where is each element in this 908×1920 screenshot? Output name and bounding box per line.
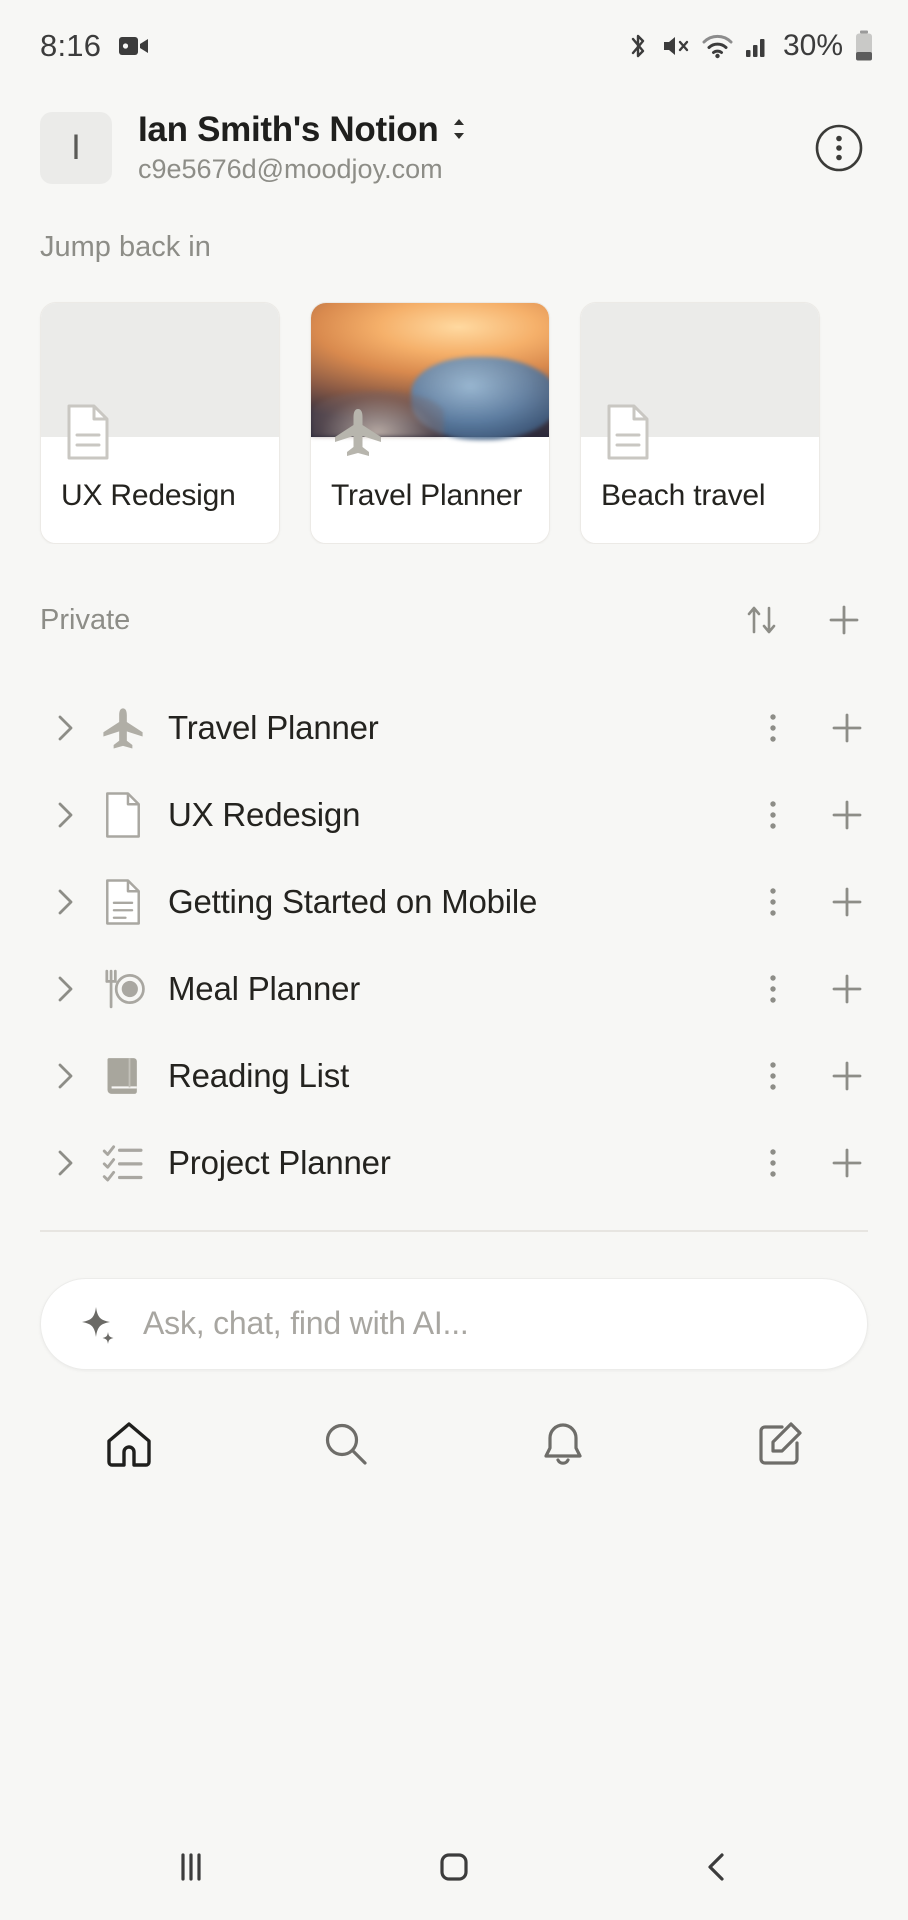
status-bar-left: 8:16 [40, 28, 149, 64]
airplane-icon [100, 705, 146, 751]
page-row-label: Travel Planner [168, 708, 379, 746]
document-icon [100, 791, 146, 839]
bottom-nav [0, 1370, 908, 1482]
jump-back-in-card[interactable]: Travel Planner [310, 302, 550, 544]
dots-vertical-icon[interactable] [750, 1053, 796, 1099]
plus-icon[interactable] [824, 966, 870, 1012]
chevron-right-icon[interactable] [48, 973, 82, 1005]
chevron-up-down-icon[interactable] [448, 114, 470, 149]
nav-inbox[interactable] [508, 1406, 618, 1482]
plus-icon[interactable] [820, 596, 868, 644]
home-square-icon[interactable] [404, 1827, 504, 1907]
dots-vertical-icon[interactable] [750, 1140, 796, 1186]
status-bar: 8:16 30% [0, 0, 908, 92]
card-title: Beach travel [601, 479, 766, 512]
battery-icon [854, 30, 874, 62]
plus-icon[interactable] [824, 879, 870, 925]
private-page-list: Travel Planner UX Redesign Getting Start… [0, 644, 908, 1206]
ai-search-placeholder: Ask, chat, find with AI... [143, 1305, 469, 1341]
jump-back-in-header: Jump back in [0, 195, 908, 264]
battery-percent: 30% [782, 29, 843, 62]
document-icon [61, 404, 115, 460]
wifi-icon [702, 33, 733, 59]
mute-icon [661, 31, 691, 61]
workspace-title-row[interactable]: Ian Smith's Notion [138, 110, 808, 150]
card-title: Travel Planner [331, 479, 523, 512]
jump-back-in-title: Jump back in [40, 231, 211, 263]
chevron-right-icon[interactable] [48, 886, 82, 918]
plus-icon[interactable] [824, 705, 870, 751]
card-cover [41, 303, 279, 460]
dots-vertical-icon[interactable] [750, 705, 796, 751]
android-nav-bar [0, 1814, 908, 1920]
jump-back-in-card[interactable]: Beach travel [580, 302, 820, 544]
page-row-label: UX Redesign [168, 795, 361, 833]
nav-new-page[interactable] [725, 1406, 835, 1482]
page-row-actions [750, 792, 870, 838]
chevron-right-icon[interactable] [48, 1060, 82, 1092]
card-cover [581, 303, 819, 460]
workspace-text: Ian Smith's Notion c9e5676d@moodjoy.com [138, 110, 808, 185]
workspace-name: Ian Smith's Notion [138, 110, 439, 149]
workspace-email: c9e5676d@moodjoy.com [138, 154, 443, 184]
avatar-letter: I [71, 128, 81, 167]
nav-home[interactable] [74, 1406, 184, 1482]
page-row-label: Project Planner [168, 1143, 391, 1181]
chevron-right-icon[interactable] [48, 1147, 82, 1179]
status-time: 8:16 [40, 28, 102, 63]
bluetooth-icon [626, 31, 650, 61]
fork-plate-icon [100, 966, 146, 1012]
dots-vertical-icon[interactable] [750, 792, 796, 838]
sparkle-icon [75, 1303, 117, 1345]
status-bar-right: 30% [626, 29, 874, 63]
plus-icon[interactable] [824, 792, 870, 838]
workspace-avatar[interactable]: I [40, 111, 112, 184]
document-icon [601, 404, 655, 460]
page-row-label: Getting Started on Mobile [168, 882, 538, 920]
video-record-icon [119, 34, 149, 58]
page-row[interactable]: Getting Started on Mobile [0, 858, 908, 945]
page-row-actions [750, 1140, 870, 1186]
plus-icon[interactable] [824, 1053, 870, 1099]
cellular-signal-icon [744, 33, 770, 59]
checklist-icon [100, 1140, 146, 1186]
page-row[interactable]: Travel Planner [0, 684, 908, 771]
card-cover [311, 303, 549, 456]
dots-vertical-icon[interactable] [750, 966, 796, 1012]
page-row-actions [750, 705, 870, 751]
page-row-actions [750, 1053, 870, 1099]
nav-search[interactable] [291, 1406, 401, 1482]
page-row-label: Meal Planner [168, 969, 361, 1007]
recents-icon[interactable] [141, 1827, 241, 1907]
ai-bar-wrapper: Ask, chat, find with AI... [0, 1232, 908, 1370]
page-row[interactable]: Project Planner [0, 1119, 908, 1206]
page-row-label: Reading List [168, 1056, 350, 1094]
page-row[interactable]: UX Redesign [0, 771, 908, 858]
dots-vertical-icon[interactable] [750, 879, 796, 925]
private-header-actions [738, 596, 868, 644]
plus-icon[interactable] [824, 1140, 870, 1186]
sort-arrows-icon[interactable] [738, 596, 786, 644]
private-header: Private [0, 544, 908, 644]
book-icon [100, 1053, 146, 1099]
jump-back-in-card[interactable]: UX Redesign [40, 302, 280, 544]
page-row-actions [750, 966, 870, 1012]
chevron-right-icon[interactable] [48, 712, 82, 744]
page-row-actions [750, 879, 870, 925]
airplane-icon [331, 405, 385, 459]
page-row[interactable]: Reading List [0, 1032, 908, 1119]
lined-document-icon [100, 878, 146, 926]
workspace-header[interactable]: I Ian Smith's Notion c9e5676d@moodjoy.co… [0, 92, 908, 195]
card-title: UX Redesign [61, 479, 236, 512]
private-title: Private [40, 603, 131, 636]
more-options-icon[interactable] [808, 117, 870, 179]
jump-back-in-card-list[interactable]: UX Redesign Travel Planner Beach travel [0, 264, 908, 544]
page-row[interactable]: Meal Planner [0, 945, 908, 1032]
back-chevron-icon[interactable] [667, 1827, 767, 1907]
chevron-right-icon[interactable] [48, 799, 82, 831]
ai-search-bar[interactable]: Ask, chat, find with AI... [40, 1277, 868, 1370]
